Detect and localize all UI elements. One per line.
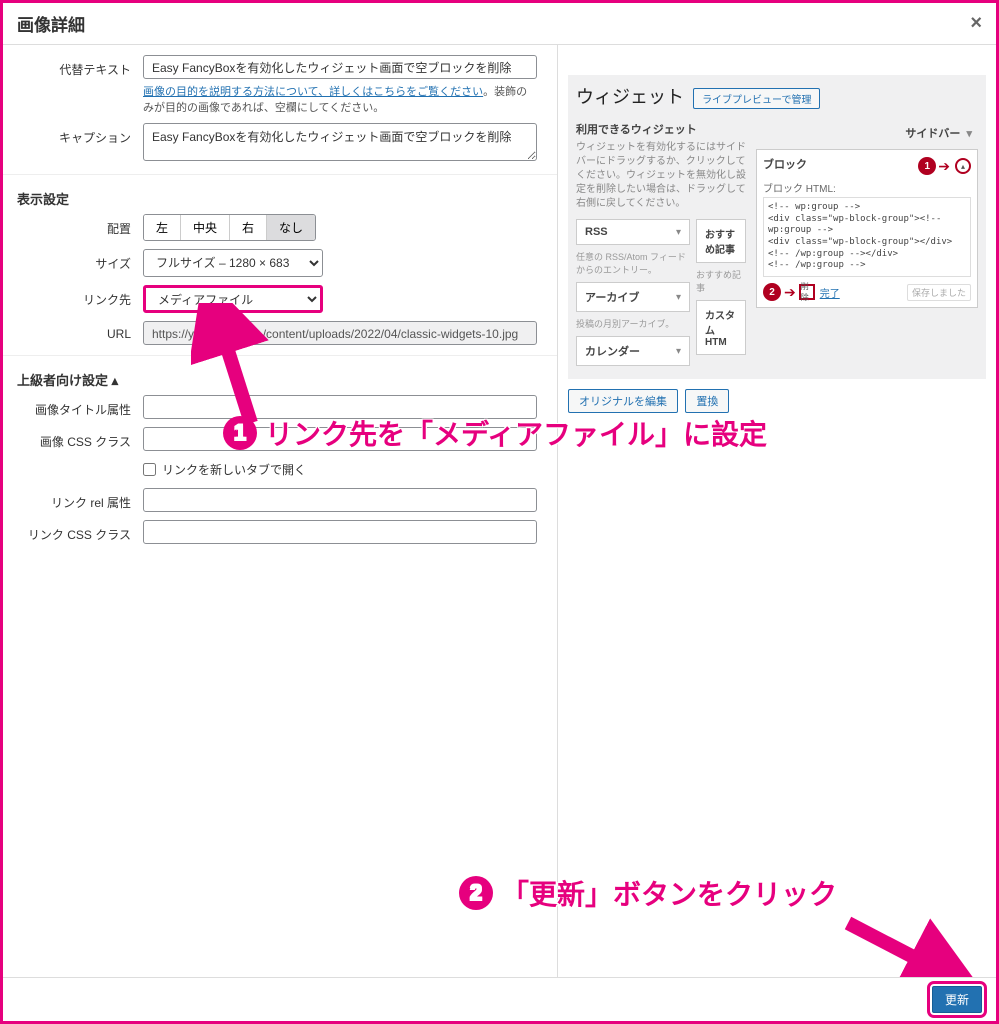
update-button[interactable]: 更新	[932, 986, 982, 1013]
widget-calendar[interactable]: カレンダー▾	[576, 336, 690, 366]
block-panel: ブロック 1 ➔ ブロック HTML: <!-- wp:group --> <d…	[756, 149, 978, 308]
alt-text-label: 代替テキスト	[3, 55, 143, 78]
advanced-settings-title[interactable]: 上級者向け設定 ▴	[3, 355, 557, 395]
modal-title: 画像詳細	[17, 11, 85, 36]
alt-text-help: 画像の目的を説明する方法について、詳しくはこちらをご覧ください。装飾のみが目的の…	[143, 83, 537, 115]
sidebar-heading[interactable]: サイドバー ▾	[756, 121, 978, 145]
replace-button[interactable]: 置換	[685, 389, 729, 413]
url-input	[143, 321, 537, 345]
caption-textarea[interactable]: Easy FancyBoxを有効化したウィジェット画面で空ブロックを削除	[143, 123, 537, 161]
link-rel-input[interactable]	[143, 488, 537, 512]
widget-custom-html[interactable]: カスタム HTM	[696, 300, 746, 355]
widget-hint: ウィジェットを有効化するにはサイドバーにドラッグするか、クリックしてください。ウ…	[576, 141, 746, 211]
image-details-modal: 画像詳細 × 代替テキスト 画像の目的を説明する方法について、詳しくはこちらをご…	[0, 0, 999, 1024]
open-new-tab-label: リンクを新しいタブで開く	[162, 461, 306, 478]
arrow-right-icon: ➔	[784, 284, 796, 301]
image-title-attr-label: 画像タイトル属性	[3, 395, 143, 418]
badge-2-icon: 2	[763, 283, 781, 301]
align-label: 配置	[3, 214, 143, 237]
collapse-ring-icon[interactable]	[955, 158, 971, 174]
caption-label: キャプション	[3, 123, 143, 146]
live-preview-button[interactable]: ライブプレビューで管理	[693, 88, 820, 109]
available-widgets-title: 利用できるウィジェット	[576, 121, 746, 137]
block-html-code[interactable]: <!-- wp:group --> <div class="wp-block-g…	[763, 197, 971, 277]
image-title-attr-input[interactable]	[143, 395, 537, 419]
saved-note: 保存しました	[907, 284, 971, 301]
size-select[interactable]: フルサイズ – 1280 × 683	[143, 249, 323, 277]
link-css-class-input[interactable]	[143, 520, 537, 544]
align-center-button[interactable]: 中央	[181, 215, 230, 240]
link-to-select[interactable]: メディアファイル	[143, 285, 323, 313]
image-css-class-label: 画像 CSS クラス	[3, 427, 143, 450]
alt-text-help-link[interactable]: 画像の目的を説明する方法について、詳しくはこちらをご覧ください	[143, 86, 483, 98]
close-icon[interactable]: ×	[970, 12, 982, 35]
arrow-right-icon: ➔	[938, 158, 950, 175]
link-css-class-label: リンク CSS クラス	[3, 520, 143, 543]
size-label: サイズ	[3, 249, 143, 272]
edit-original-button[interactable]: オリジナルを編集	[568, 389, 678, 413]
widget-archive[interactable]: アーカイブ▾	[576, 282, 690, 312]
align-right-button[interactable]: 右	[230, 215, 267, 240]
link-to-label: リンク先	[3, 285, 143, 308]
url-label: URL	[3, 321, 143, 341]
modal-header: 画像詳細 ×	[3, 3, 996, 45]
alt-text-input[interactable]	[143, 55, 537, 79]
widget-rss[interactable]: RSS▾	[576, 219, 690, 245]
widget-title: ウィジェット	[576, 83, 684, 109]
settings-panel: 代替テキスト 画像の目的を説明する方法について、詳しくはこちらをご覧ください。装…	[3, 45, 558, 983]
widget-preview: ウィジェット ライブプレビューで管理 利用できるウィジェット ウィジェットを有効…	[568, 75, 986, 379]
align-none-button[interactable]: なし	[267, 215, 315, 240]
done-link[interactable]: 完了	[820, 285, 840, 300]
align-left-button[interactable]: 左	[144, 215, 181, 240]
image-preview-panel: ウィジェット ライブプレビューで管理 利用できるウィジェット ウィジェットを有効…	[558, 45, 996, 983]
open-new-tab-checkbox[interactable]	[143, 463, 156, 476]
align-button-group: 左 中央 右 なし	[143, 214, 316, 241]
widget-recommended[interactable]: おすすめ記事	[696, 219, 746, 263]
delete-box-icon[interactable]: 削除	[799, 284, 815, 300]
display-settings-title: 表示設定	[3, 174, 557, 214]
badge-1-icon: 1	[918, 157, 936, 175]
image-css-class-input[interactable]	[143, 427, 537, 451]
modal-footer: 更新	[3, 977, 996, 1021]
link-rel-label: リンク rel 属性	[3, 488, 143, 511]
